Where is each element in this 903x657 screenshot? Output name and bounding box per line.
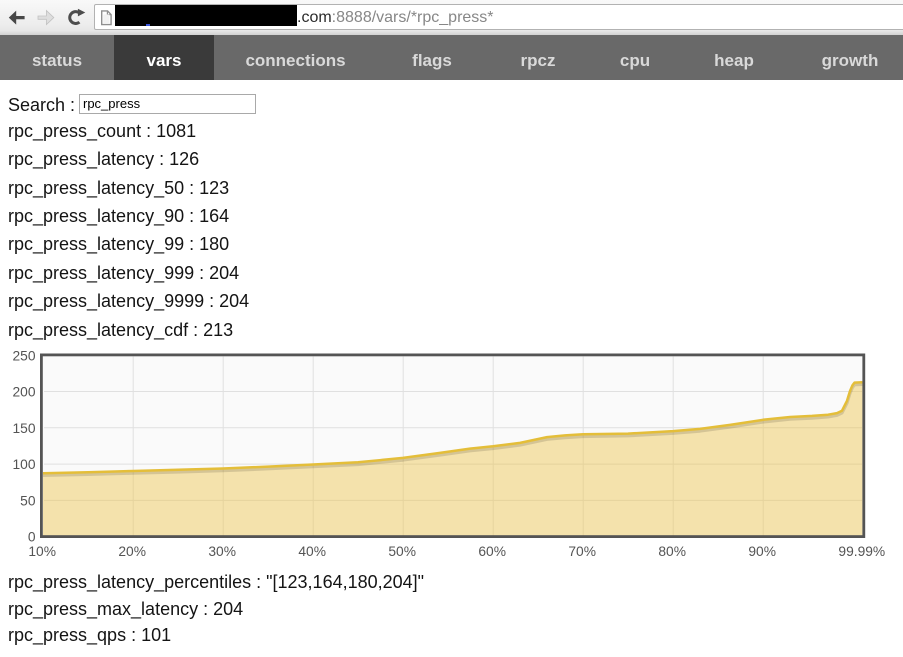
svg-text:250: 250 [12,348,35,363]
svg-text:50%: 50% [388,544,416,559]
svg-text:150: 150 [12,421,35,436]
svg-text:60%: 60% [478,544,506,559]
svg-text:99.99%: 99.99% [838,544,885,559]
svg-text:10%: 10% [28,544,56,559]
svg-text:100: 100 [12,457,35,472]
svg-text:90%: 90% [748,544,776,559]
svg-text:40%: 40% [298,544,326,559]
svg-text:0: 0 [28,530,36,545]
svg-text:70%: 70% [568,544,596,559]
svg-text:30%: 30% [208,544,236,559]
svg-text:20%: 20% [118,544,146,559]
svg-text:200: 200 [12,385,35,400]
svg-text:50: 50 [20,493,36,508]
svg-text:80%: 80% [658,544,686,559]
